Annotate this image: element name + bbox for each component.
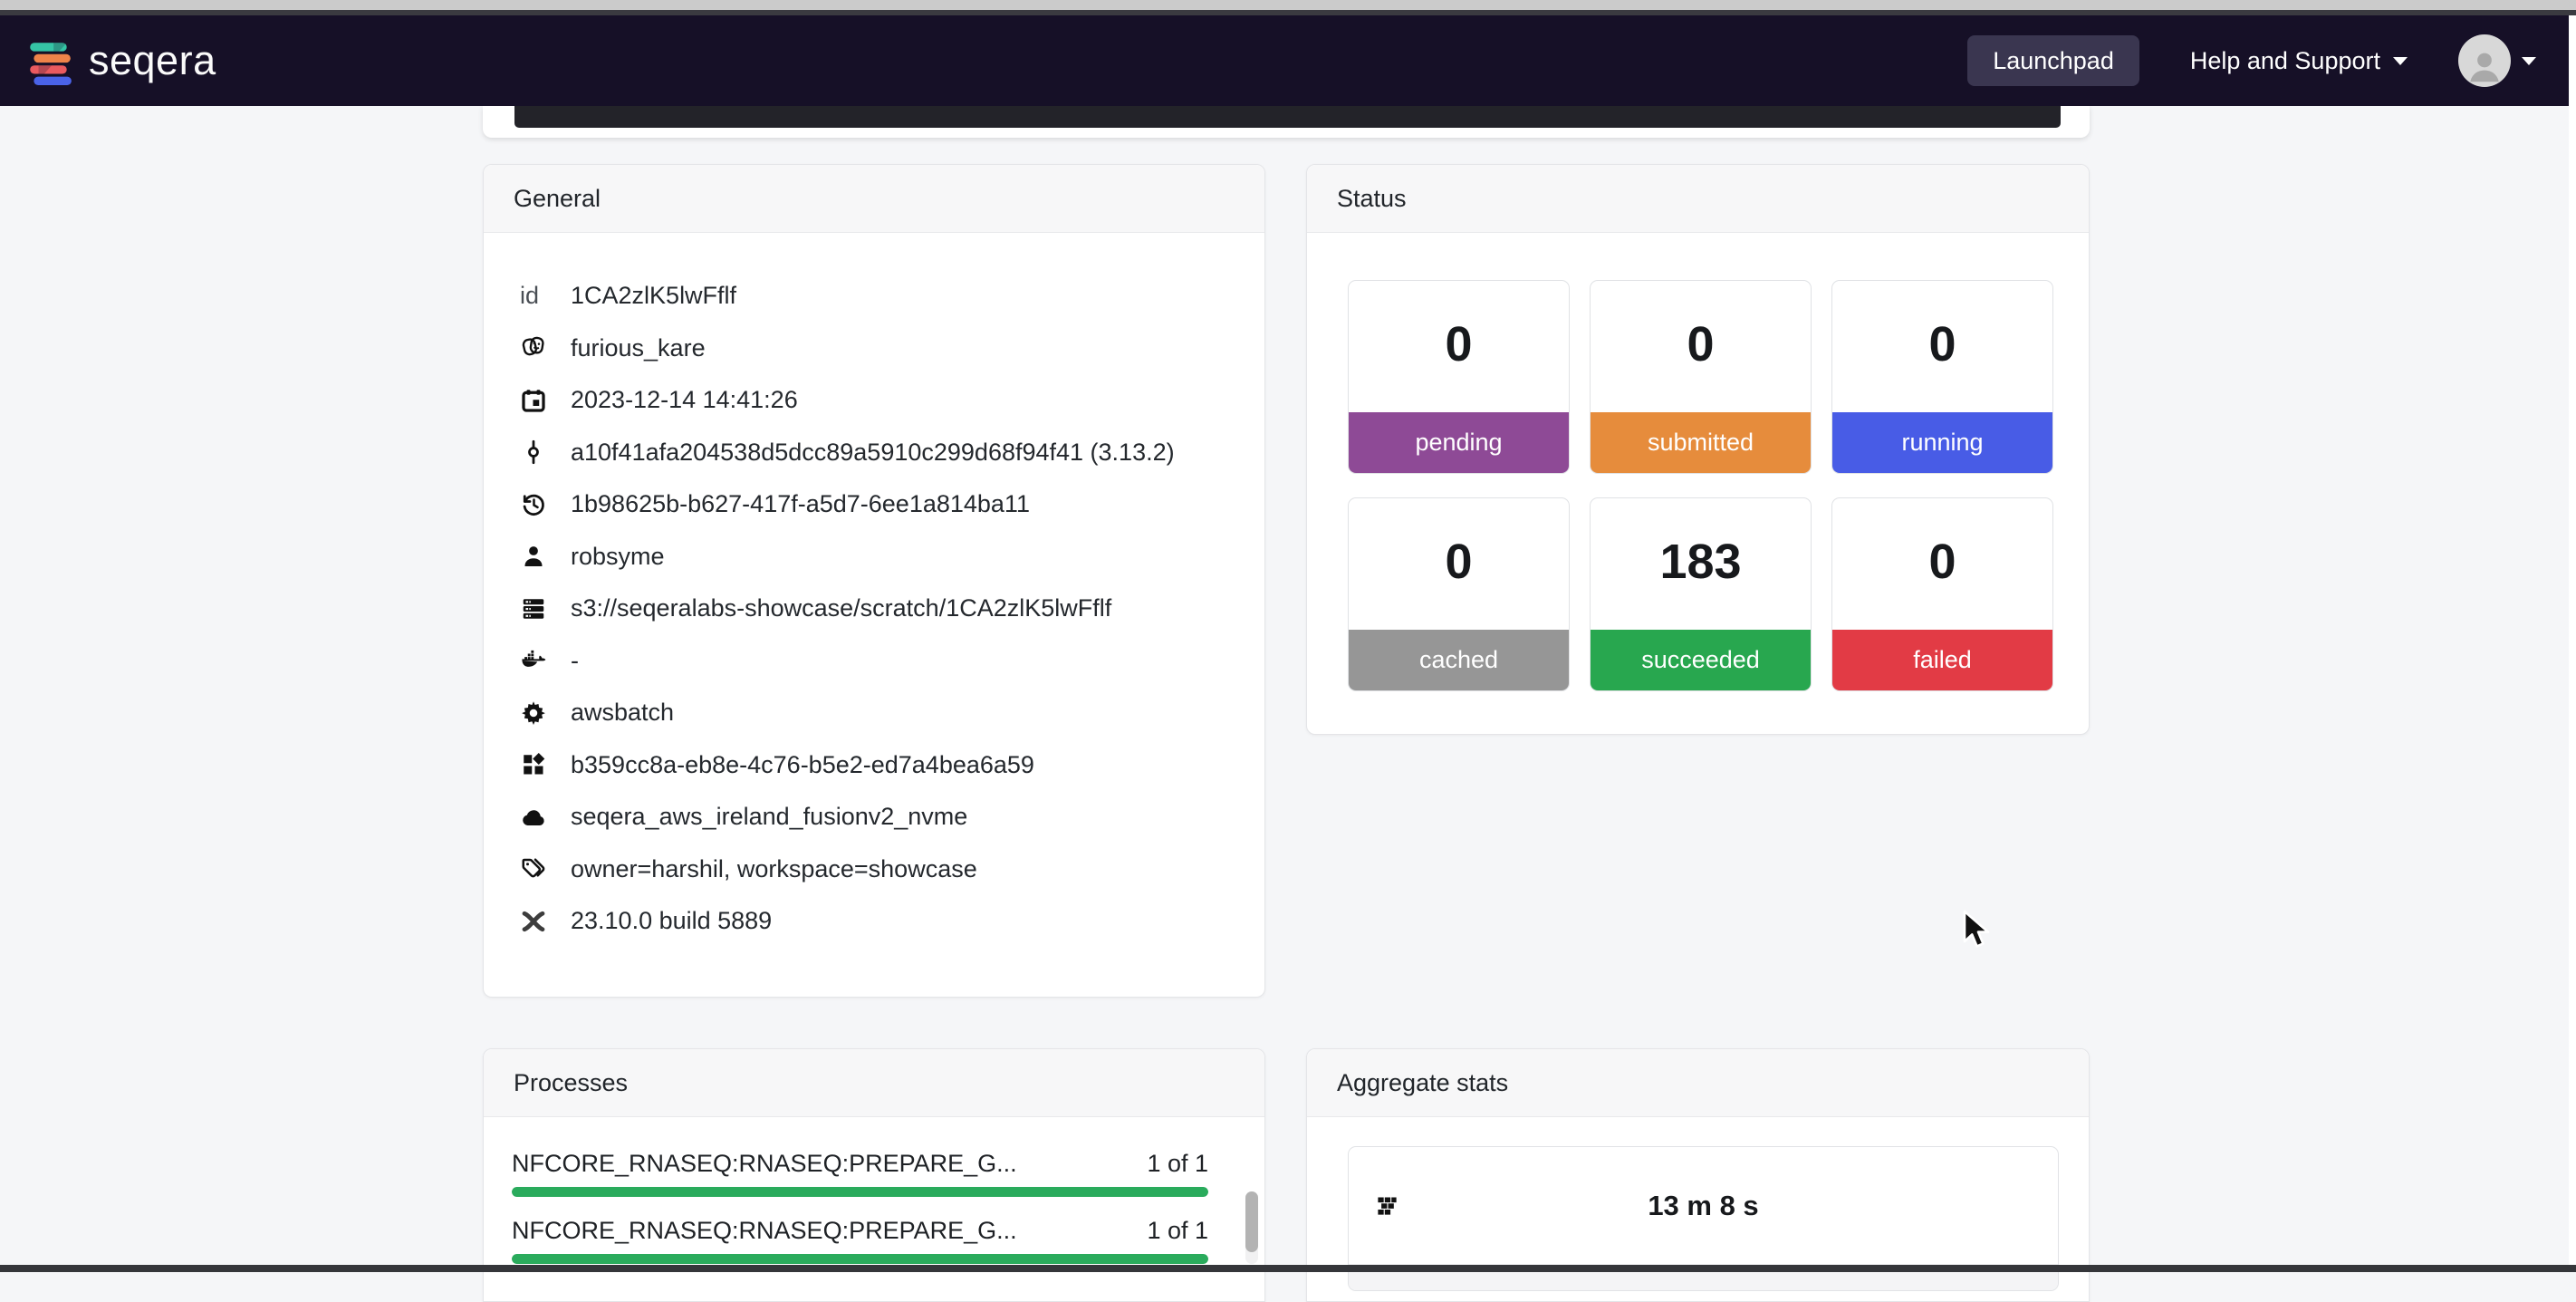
labels-value: owner=harshil, workspace=showcase xyxy=(571,855,977,883)
status-tile-succeeded[interactable]: 183 succeeded xyxy=(1590,497,1812,691)
brand-wordmark: seqera xyxy=(89,37,216,84)
nextflow-icon xyxy=(520,908,547,935)
user-menu[interactable] xyxy=(2458,34,2536,87)
processes-card: Processes NFCORE_RNASEQ:RNASEQ:PREPARE_G… xyxy=(483,1048,1265,1302)
help-and-support-menu[interactable]: Help and Support xyxy=(2190,47,2408,75)
id-label: id xyxy=(520,282,547,310)
status-tile-failed[interactable]: 0 failed xyxy=(1831,497,2053,691)
general-row-labels: owner=harshil, workspace=showcase xyxy=(520,844,1237,896)
process-progress-label: 1 of 1 xyxy=(1147,1217,1208,1245)
run-name-value: furious_kare xyxy=(571,334,706,362)
code-block-partial xyxy=(514,106,2061,128)
process-name: NFCORE_RNASEQ:RNASEQ:PREPARE_G... xyxy=(512,1217,1017,1245)
run-id-value: 1CA2zlK5lwFflf xyxy=(571,282,736,310)
general-row-start-date: 2023-12-14 14:41:26 xyxy=(520,374,1237,427)
progress-bar-fill xyxy=(512,1187,1208,1197)
session-id-value: 1b98625b-b627-417f-a5d7-6ee1a814ba11 xyxy=(571,490,1030,518)
general-card-header: General xyxy=(484,165,1264,233)
general-row-executor: awsbatch xyxy=(520,687,1237,739)
executor-value: awsbatch xyxy=(571,699,674,727)
server-icon xyxy=(520,595,547,622)
tags-icon xyxy=(520,855,547,882)
processes-card-header: Processes xyxy=(484,1049,1264,1117)
status-tile-cached[interactable]: 0 cached xyxy=(1348,497,1570,691)
container-value: - xyxy=(571,647,579,675)
compute-env-name-value: seqera_aws_ireland_fusionv2_nvme xyxy=(571,803,967,831)
seqera-logo[interactable]: seqera xyxy=(25,36,216,85)
process-name: NFCORE_RNASEQ:RNASEQ:PREPARE_G... xyxy=(512,1150,1017,1178)
shapes-icon xyxy=(520,751,547,778)
window-title-bar xyxy=(0,10,2576,15)
progress-bar-fill xyxy=(512,1254,1208,1264)
seqera-logo-icon xyxy=(25,36,74,85)
version-value: 23.10.0 build 5889 xyxy=(571,907,772,935)
git-commit-icon xyxy=(520,439,547,466)
help-label: Help and Support xyxy=(2190,47,2380,75)
general-row-compute-env: seqera_aws_ireland_fusionv2_nvme xyxy=(520,791,1237,844)
workdir-value: s3://seqeralabs-showcase/scratch/1CA2zlK… xyxy=(571,594,1111,622)
cached-label: cached xyxy=(1349,630,1569,690)
avatar xyxy=(2458,34,2511,87)
general-row-session: 1b98625b-b627-417f-a5d7-6ee1a814ba11 xyxy=(520,478,1237,531)
docker-icon xyxy=(520,647,547,674)
progress-bar xyxy=(512,1254,1208,1264)
scrolled-command-card xyxy=(483,106,2090,138)
status-card: Status 0 pending 0 submitted 0 running 0… xyxy=(1306,164,2090,735)
status-tile-pending[interactable]: 0 pending xyxy=(1348,280,1570,474)
chevron-down-icon xyxy=(2522,57,2536,65)
window-top-edge xyxy=(0,0,2576,10)
history-icon xyxy=(520,491,547,518)
general-row-version: 23.10.0 build 5889 xyxy=(520,895,1237,948)
navbar: seqera Launchpad Help and Support xyxy=(0,15,2576,106)
general-row-user: robsyme xyxy=(520,531,1237,583)
status-tile-submitted[interactable]: 0 submitted xyxy=(1590,280,1812,474)
page-scrollbar-area[interactable] xyxy=(2569,15,2576,1265)
process-row[interactable]: NFCORE_RNASEQ:RNASEQ:PREPARE_G... 1 of 1 xyxy=(512,1217,1208,1264)
calendar-icon xyxy=(520,387,547,414)
launchpad-button[interactable]: Launchpad xyxy=(1967,35,2139,86)
submitted-count: 0 xyxy=(1591,281,1811,412)
general-row-id: id 1CA2zlK5lwFflf xyxy=(520,270,1237,323)
process-row[interactable]: NFCORE_RNASEQ:RNASEQ:PREPARE_G... 1 of 1 xyxy=(512,1150,1208,1197)
status-tile-running[interactable]: 0 running xyxy=(1831,280,2053,474)
masks-icon xyxy=(520,334,547,362)
pending-label: pending xyxy=(1349,412,1569,473)
succeeded-count: 183 xyxy=(1591,498,1811,630)
pending-count: 0 xyxy=(1349,281,1569,412)
gear-icon xyxy=(520,699,547,727)
progress-bar xyxy=(512,1187,1208,1197)
cached-count: 0 xyxy=(1349,498,1569,630)
window-bottom-edge xyxy=(0,1265,2576,1272)
process-progress-label: 1 of 1 xyxy=(1147,1150,1208,1178)
person-icon xyxy=(2464,45,2505,87)
aggregate-stats-header: Aggregate stats xyxy=(1307,1049,2089,1117)
general-card: General id 1CA2zlK5lwFflf furious_kare xyxy=(483,164,1265,998)
processes-scrollbar-track xyxy=(1245,1191,1258,1264)
succeeded-label: succeeded xyxy=(1591,630,1811,690)
commit-value: a10f41afa204538d5dcc89a5910c299d68f94f41… xyxy=(571,439,1175,467)
cloud-icon xyxy=(520,804,547,831)
failed-label: failed xyxy=(1832,630,2052,690)
chevron-down-icon xyxy=(2393,57,2408,65)
general-row-compute-env-id: b359cc8a-eb8e-4c76-b5e2-ed7a4bea6a59 xyxy=(520,739,1237,792)
general-row-workdir: s3://seqeralabs-showcase/scratch/1CA2zlK… xyxy=(520,583,1237,635)
submitted-label: submitted xyxy=(1591,412,1811,473)
failed-count: 0 xyxy=(1832,498,2052,630)
wall-time-value: 13 m 8 s xyxy=(1349,1190,2058,1222)
processes-scrollbar-thumb[interactable] xyxy=(1245,1191,1258,1252)
compute-env-id-value: b359cc8a-eb8e-4c76-b5e2-ed7a4bea6a59 xyxy=(571,751,1034,779)
wall-time-icon xyxy=(1375,1193,1399,1218)
status-card-header: Status xyxy=(1307,165,2089,233)
user-icon xyxy=(520,543,547,570)
username-value: robsyme xyxy=(571,543,665,571)
aggregate-stats-card: Aggregate stats 13 m 8 s xyxy=(1306,1048,2090,1302)
running-label: running xyxy=(1832,412,2052,473)
general-row-container: - xyxy=(520,635,1237,688)
general-row-commit: a10f41afa204538d5dcc89a5910c299d68f94f41… xyxy=(520,427,1237,479)
running-count: 0 xyxy=(1832,281,2052,412)
start-date-value: 2023-12-14 14:41:26 xyxy=(571,386,798,414)
mouse-cursor xyxy=(1959,909,1997,955)
general-row-runname: furious_kare xyxy=(520,323,1237,375)
